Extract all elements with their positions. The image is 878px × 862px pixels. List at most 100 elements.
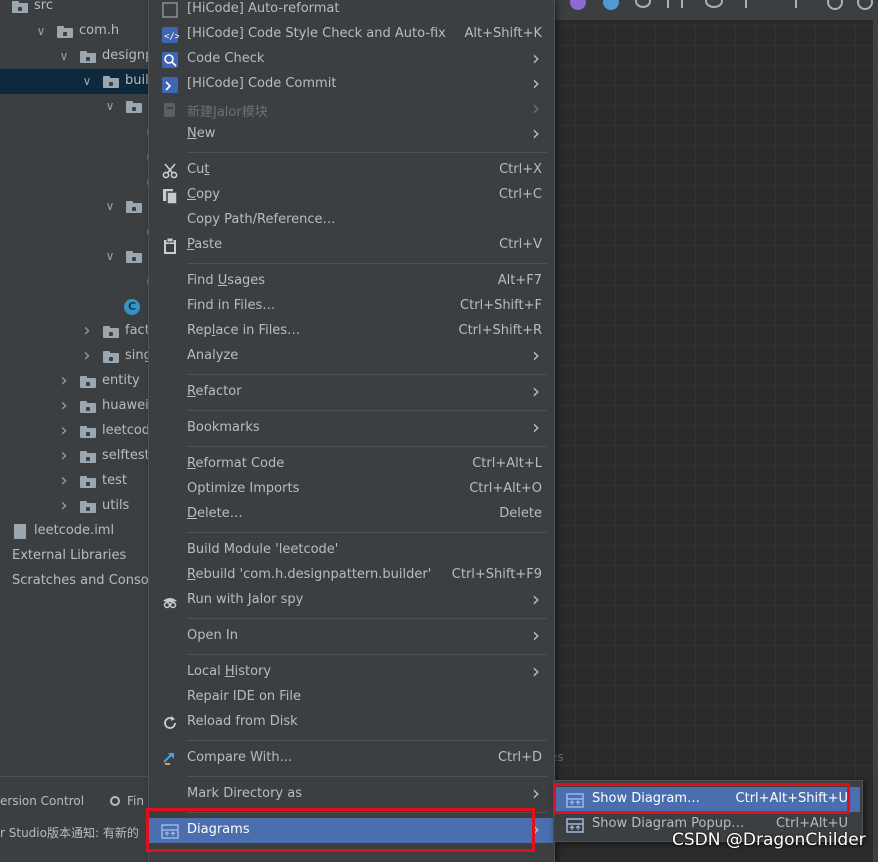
- menu-item-label: Find in Files…: [187, 298, 276, 313]
- tree-row[interactable]: › entity: [0, 369, 150, 394]
- menu-item-refactor[interactable]: Refactor ›: [149, 379, 554, 405]
- tree-row[interactable]: C: [0, 269, 150, 294]
- menu-item-delete[interactable]: Delete… Delete: [149, 502, 554, 527]
- tree-item-label: factory: [125, 323, 150, 338]
- menu-item-hicode-code-style-check-and-auto-fix[interactable]: </> [HiCode] Code Style Check and Auto-fi…: [149, 22, 554, 47]
- tree-row[interactable]: CBui: [0, 294, 150, 319]
- tree-row[interactable]: › selftest: [0, 444, 150, 469]
- menu-item-cut[interactable]: Cut Ctrl+X: [149, 158, 554, 183]
- menu-item-open-in[interactable]: Open In ›: [149, 623, 554, 649]
- class-icon: C: [124, 299, 140, 315]
- chevron-right-icon[interactable]: ›: [81, 347, 93, 365]
- menu-item-copy-path-reference[interactable]: Copy Path/Reference…: [149, 208, 554, 233]
- chevron-right-icon[interactable]: ›: [58, 497, 70, 515]
- paste-icon: [161, 237, 179, 255]
- chevron-right-icon[interactable]: ›: [58, 447, 70, 465]
- menu-item-copy[interactable]: Copy Ctrl+C: [149, 183, 554, 208]
- menu-item-shortcut: Ctrl+Alt+O: [469, 481, 542, 496]
- compare-icon: [161, 750, 179, 768]
- tree-item-label: com.h: [79, 23, 120, 38]
- chevron-right-icon[interactable]: ›: [58, 472, 70, 490]
- toolbar-icon[interactable]: [667, 0, 683, 8]
- menu-item-paste[interactable]: Paste Ctrl+V: [149, 233, 554, 258]
- tree-row[interactable]: › test: [0, 469, 150, 494]
- diagram-editor-canvas[interactable]: [555, 25, 873, 777]
- tree-row[interactable]: › singlet: [0, 344, 150, 369]
- tree-row[interactable]: leetcode.iml: [0, 519, 150, 544]
- tree-row[interactable]: ∨ com.h: [0, 19, 150, 44]
- menu-item-label: Find Usages: [187, 273, 266, 288]
- toolbar-icon[interactable]: [745, 0, 757, 8]
- menu-item-analyze[interactable]: Analyze ›: [149, 343, 554, 369]
- chevron-down-icon[interactable]: ∨: [58, 50, 70, 62]
- menu-item-repair-ide-on-file[interactable]: Repair IDE on File: [149, 685, 554, 710]
- menu-item-hicode-auto-reformat[interactable]: [HiCode] Auto-reformat: [149, 0, 554, 22]
- tree-row[interactable]: C: [0, 144, 150, 169]
- tree-row[interactable]: Scratches and Console: [0, 569, 150, 594]
- tree-row[interactable]: › leetcode: [0, 419, 150, 444]
- menu-separator: [187, 374, 547, 375]
- toolbar-icon[interactable]: [635, 0, 651, 8]
- menu-item-mark-directory-as[interactable]: Mark Directory as ›: [149, 781, 554, 807]
- toolbar-icon[interactable]: [603, 0, 619, 10]
- tree-row[interactable]: › utils: [0, 494, 150, 519]
- menu-item-rebuild-com-h-designpattern-builder[interactable]: Rebuild 'com.h.designpattern.builder' Ctr…: [149, 563, 554, 588]
- show-diagram-item[interactable]: Show Diagram… Ctrl+Alt+Shift+U: [556, 787, 860, 812]
- chevron-down-icon[interactable]: ∨: [104, 200, 116, 212]
- menu-item-find-usages[interactable]: Find Usages Alt+F7: [149, 269, 554, 294]
- chevron-down-icon[interactable]: ∨: [35, 25, 47, 37]
- tree-row[interactable]: External Libraries: [0, 544, 150, 569]
- toolbar-icon[interactable]: [705, 0, 723, 8]
- menu-item-reformat-code[interactable]: Reformat Code Ctrl+Alt+L: [149, 452, 554, 477]
- find-tab[interactable]: Fin: [127, 794, 144, 808]
- menu-item-compare-with[interactable]: Compare With... Ctrl+D: [149, 746, 554, 771]
- menu-item-diagrams[interactable]: Diagrams ›: [149, 817, 554, 843]
- notification-text[interactable]: r Studio版本通知: 有新的: [0, 824, 139, 841]
- chevron-right-icon[interactable]: ›: [58, 422, 70, 440]
- toolbar-icon[interactable]: [787, 0, 797, 8]
- tree-item-label: builder: [125, 73, 150, 88]
- menu-item-code-check[interactable]: Code Check ›: [149, 46, 554, 72]
- tree-item-label: huaweioj: [102, 398, 150, 413]
- tree-row[interactable]: › huaweioj: [0, 394, 150, 419]
- menu-item-hicode-code-commit[interactable]: [HiCode] Code Commit ›: [149, 71, 554, 97]
- tree-row[interactable]: ∨bui: [0, 94, 150, 119]
- tree-row[interactable]: C: [0, 119, 150, 144]
- tree-row[interactable]: ∨ builder: [0, 69, 150, 94]
- menu-item-reload-from-disk[interactable]: Reload from Disk: [149, 710, 554, 735]
- menu-item-shortcut: Ctrl+X: [499, 162, 542, 177]
- tree-row[interactable]: C: [0, 219, 150, 244]
- tree-row[interactable]: src: [0, 0, 150, 19]
- tree-row[interactable]: C: [0, 169, 150, 194]
- menu-item-build-module-leetcode[interactable]: Build Module 'leetcode': [149, 538, 554, 563]
- tree-row[interactable]: ∨pro: [0, 244, 150, 269]
- chevron-right-icon[interactable]: ›: [81, 322, 93, 340]
- submenu-item-label: Show Diagram…: [592, 791, 701, 806]
- toolbar-icon[interactable]: [570, 0, 586, 10]
- menu-item-new[interactable]: New ›: [149, 121, 554, 147]
- tree-row[interactable]: ∨ designpatt: [0, 44, 150, 69]
- menu-item-replace-in-files[interactable]: Replace in Files… Ctrl+Shift+R: [149, 319, 554, 344]
- tree-item-label: leetcode.iml: [34, 523, 115, 538]
- menu-item-bookmarks[interactable]: Bookmarks ›: [149, 415, 554, 441]
- menu-item-optimize-imports[interactable]: Optimize Imports Ctrl+Alt+O: [149, 477, 554, 502]
- menu-item-label: Reformat Code: [187, 456, 285, 471]
- menu-item-shortcut: Ctrl+Alt+L: [472, 456, 542, 471]
- menu-item-local-history[interactable]: Local History ›: [149, 659, 554, 685]
- chevron-right-icon[interactable]: ›: [58, 372, 70, 390]
- chevron-right-icon[interactable]: ›: [58, 397, 70, 415]
- menu-item-label: Reload from Disk: [187, 714, 298, 729]
- menu-item-run-with-jalor-spy[interactable]: Run with Jalor spy ›: [149, 587, 554, 613]
- version-control-tab[interactable]: ersion Control: [0, 794, 84, 808]
- toolbar-icon[interactable]: [857, 0, 873, 10]
- menu-item-shortcut: Ctrl+Shift+F: [460, 298, 542, 313]
- menu-item-find-in-files[interactable]: Find in Files… Ctrl+Shift+F: [149, 294, 554, 319]
- tree-row[interactable]: ∨dire: [0, 194, 150, 219]
- chevron-down-icon[interactable]: ∨: [104, 250, 116, 262]
- menu-item-shortcut: Delete: [499, 506, 542, 521]
- chevron-down-icon[interactable]: ∨: [104, 100, 116, 112]
- chevron-right-icon: ›: [532, 379, 540, 403]
- chevron-down-icon[interactable]: ∨: [81, 75, 93, 87]
- tree-row[interactable]: › factory: [0, 319, 150, 344]
- toolbar-icon[interactable]: [827, 0, 843, 10]
